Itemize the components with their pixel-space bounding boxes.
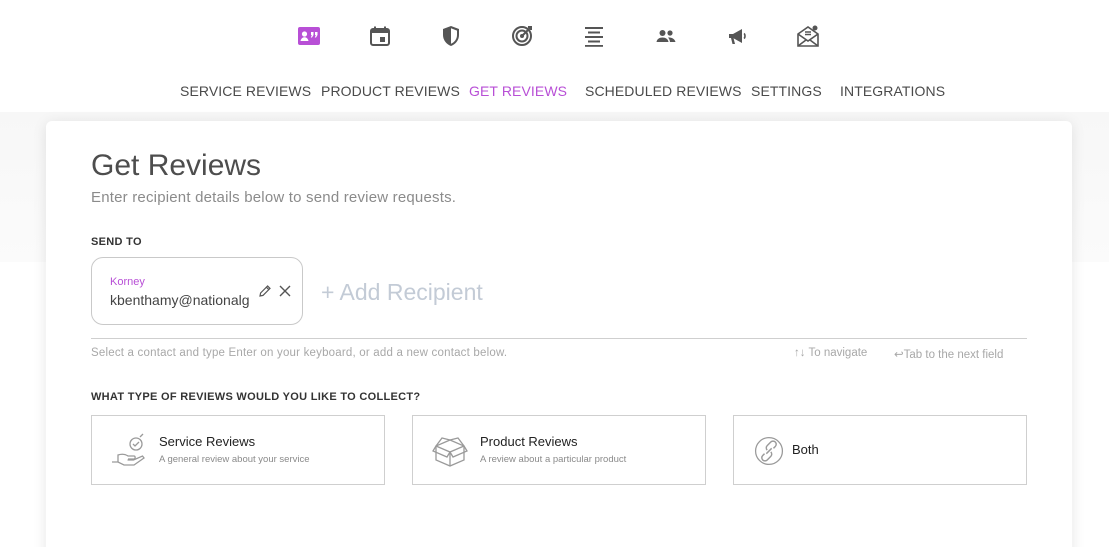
page-subtitle: Enter recipient details below to send re… <box>91 189 457 206</box>
tab-service-reviews[interactable]: SERVICE REVIEWS <box>180 83 311 99</box>
reviews-card-icon[interactable] <box>295 22 323 50</box>
people-icon[interactable] <box>652 22 680 50</box>
align-center-icon[interactable] <box>580 22 608 50</box>
navigate-hint: ↑↓ To navigate <box>794 347 868 359</box>
recipient-name: Korney <box>110 276 145 288</box>
link-icon <box>754 436 784 466</box>
shield-icon[interactable] <box>437 22 465 50</box>
service-reviews-desc: A general review about your service <box>159 454 310 465</box>
tab-settings[interactable]: SETTINGS <box>751 83 822 99</box>
review-type-label: WHAT TYPE OF REVIEWS WOULD YOU LIKE TO C… <box>91 391 421 403</box>
both-option[interactable]: Both <box>733 415 1027 485</box>
target-icon[interactable] <box>508 22 536 50</box>
divider <box>91 338 1027 339</box>
send-to-label: SEND TO <box>91 236 142 248</box>
add-recipient-button[interactable]: + Add Recipient <box>321 279 483 306</box>
get-reviews-card: Get Reviews Enter recipient details belo… <box>46 121 1072 547</box>
recipient-email: kbenthamy@nationalgeographic.com <box>110 292 250 308</box>
tab-scheduled-reviews[interactable]: SCHEDULED REVIEWS <box>585 83 742 99</box>
mail-icon[interactable] <box>794 22 822 50</box>
close-icon[interactable] <box>278 284 292 298</box>
both-title: Both <box>792 442 819 457</box>
product-reviews-title: Product Reviews <box>480 434 578 449</box>
nav-tabs: SERVICE REVIEWS PRODUCT REVIEWS GET REVI… <box>0 83 1109 103</box>
tab-integrations[interactable]: INTEGRATIONS <box>840 83 945 99</box>
tab-hint: ↩Tab to the next field <box>894 349 1004 361</box>
recipient-chip[interactable]: Korney kbenthamy@nationalgeographic.com <box>91 257 303 325</box>
pencil-icon[interactable] <box>258 284 272 298</box>
top-icon-bar <box>0 22 1109 52</box>
product-reviews-option[interactable]: Product Reviews A review about a particu… <box>412 415 706 485</box>
calendar-icon[interactable] <box>366 22 394 50</box>
service-reviews-title: Service Reviews <box>159 434 256 449</box>
tab-product-reviews[interactable]: PRODUCT REVIEWS <box>321 83 460 99</box>
tab-get-reviews[interactable]: GET REVIEWS <box>469 83 567 99</box>
product-reviews-desc: A review about a particular product <box>480 454 627 465</box>
service-reviews-option[interactable]: Service Reviews A general review about y… <box>91 415 385 485</box>
page-title: Get Reviews <box>91 149 262 182</box>
megaphone-icon[interactable] <box>723 22 751 50</box>
send-to-help-text: Select a contact and type Enter on your … <box>91 347 508 359</box>
box-icon <box>432 437 468 467</box>
hand-check-icon <box>112 433 145 466</box>
